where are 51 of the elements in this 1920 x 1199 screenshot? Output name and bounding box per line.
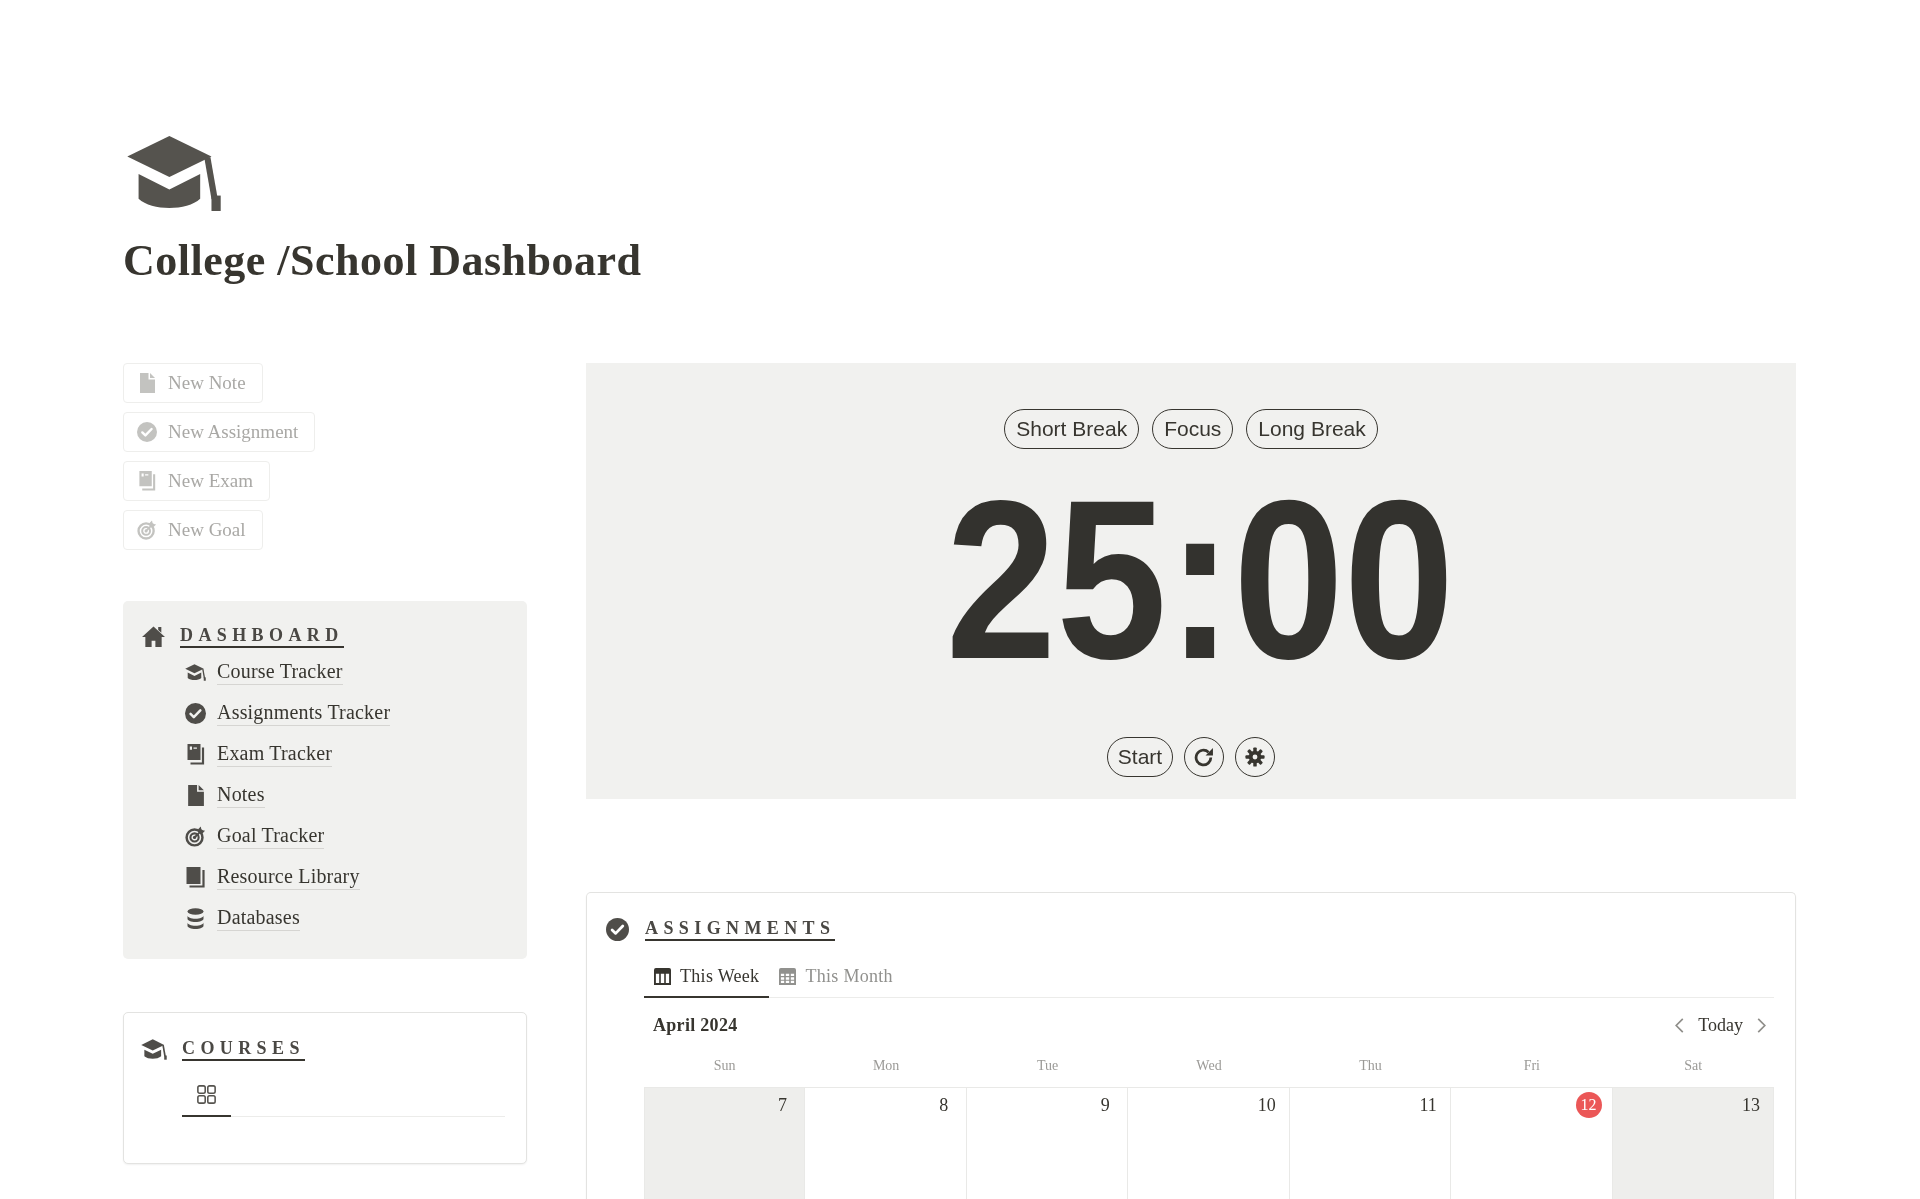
date-number: 12 [1575, 1092, 1602, 1118]
weekday-label: Tue [1035, 1057, 1060, 1075]
chevron-left-icon[interactable] [1675, 1017, 1685, 1033]
page-link[interactable]: Exam Tracker [217, 742, 333, 767]
document-icon [185, 785, 206, 806]
graduation-cap-icon [185, 662, 206, 683]
page-link[interactable]: Course Tracker [217, 660, 343, 685]
weekday-label: Thu [1358, 1057, 1383, 1075]
check-circle-icon [137, 422, 157, 442]
month-label: April 2024 [653, 1014, 738, 1036]
page-link[interactable]: Assignments Tracker [217, 701, 391, 726]
book-icon [185, 867, 206, 888]
calendar-week-icon [654, 967, 671, 985]
weekday-label: Sat [1683, 1057, 1704, 1075]
view-tab[interactable]: This Week [644, 956, 770, 998]
settings-icon [1245, 747, 1266, 767]
date-number: 13 [1741, 1094, 1761, 1117]
check-circle-icon [185, 703, 206, 724]
date-number: 9 [1099, 1094, 1111, 1117]
timer-display: 25:00 [945, 467, 1455, 693]
weekday-label: Sun [712, 1057, 737, 1075]
date-number: 8 [938, 1094, 950, 1117]
page-link[interactable]: Databases [217, 906, 300, 931]
calendar-month-icon [779, 967, 797, 985]
page-link[interactable]: Notes [217, 783, 265, 808]
page-title: College /School Dashboard [123, 236, 642, 286]
check-circle-icon [606, 917, 629, 941]
chevron-right-icon[interactable] [1757, 1017, 1766, 1033]
page-link[interactable]: Resource Library [217, 865, 360, 890]
section-heading-link[interactable]: DASHBOARD [180, 624, 344, 648]
today-button[interactable]: Today [1698, 1014, 1743, 1036]
page-link[interactable]: Goal Tracker [217, 824, 325, 849]
date-number: 10 [1256, 1094, 1277, 1117]
database-icon [185, 908, 206, 929]
document-icon [137, 373, 157, 393]
date-number: 7 [776, 1094, 788, 1117]
weekday-label: Wed [1195, 1057, 1223, 1075]
section-heading-link[interactable]: ASSIGNMENTS [645, 917, 836, 941]
target-icon [185, 826, 206, 847]
graduation-cap-icon [141, 1038, 167, 1060]
weekday-label: Mon [871, 1057, 901, 1075]
notebook-icon [185, 744, 206, 765]
home-icon [142, 624, 165, 648]
gallery-grid-icon [197, 1084, 216, 1104]
target-icon [137, 520, 157, 540]
weekday-label: Fri [1522, 1057, 1541, 1075]
date-number: 11 [1418, 1094, 1438, 1117]
graduation-cap-icon [126, 135, 222, 212]
notebook-icon [137, 471, 157, 491]
refresh-icon [1194, 747, 1215, 767]
section-heading-link[interactable]: COURSES [182, 1037, 305, 1061]
